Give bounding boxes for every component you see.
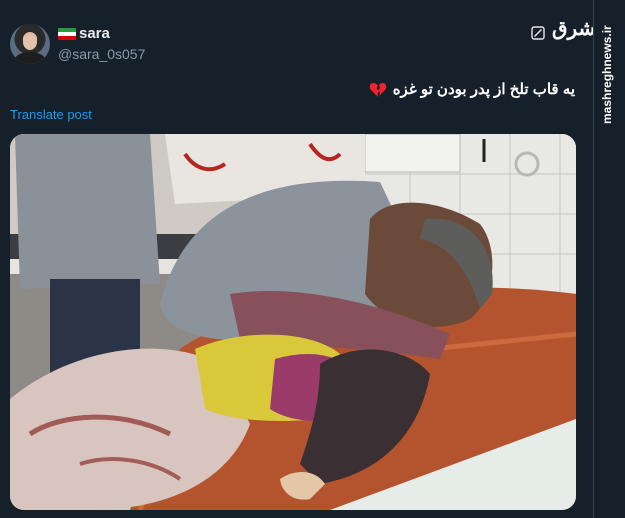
post-media-photo[interactable]	[10, 134, 576, 510]
photo-illustration	[10, 134, 576, 510]
tweet-text: یه قاب تلخ از پدر بودن تو غزه	[369, 80, 575, 100]
author-handle[interactable]: @sara_0s057	[58, 45, 145, 63]
translate-post-link[interactable]: Translate post	[10, 107, 92, 123]
grok-icon[interactable]	[531, 26, 545, 40]
tweet-text-content: یه قاب تلخ از پدر بودن تو غزه	[392, 81, 575, 98]
tweet-card: sara @sara_0s057 مشرق یه قاب تلخ از پدر …	[0, 0, 607, 518]
author-display-name[interactable]: sara	[79, 25, 110, 43]
iran-flag-icon	[58, 28, 76, 40]
avatar[interactable]	[10, 24, 50, 64]
broken-heart-icon	[369, 83, 386, 97]
avatar-face	[23, 34, 37, 50]
author-name-row[interactable]: sara	[58, 25, 110, 43]
site-watermark: mashreghnews.ir	[600, 25, 614, 124]
avatar-shoulders	[14, 52, 46, 64]
